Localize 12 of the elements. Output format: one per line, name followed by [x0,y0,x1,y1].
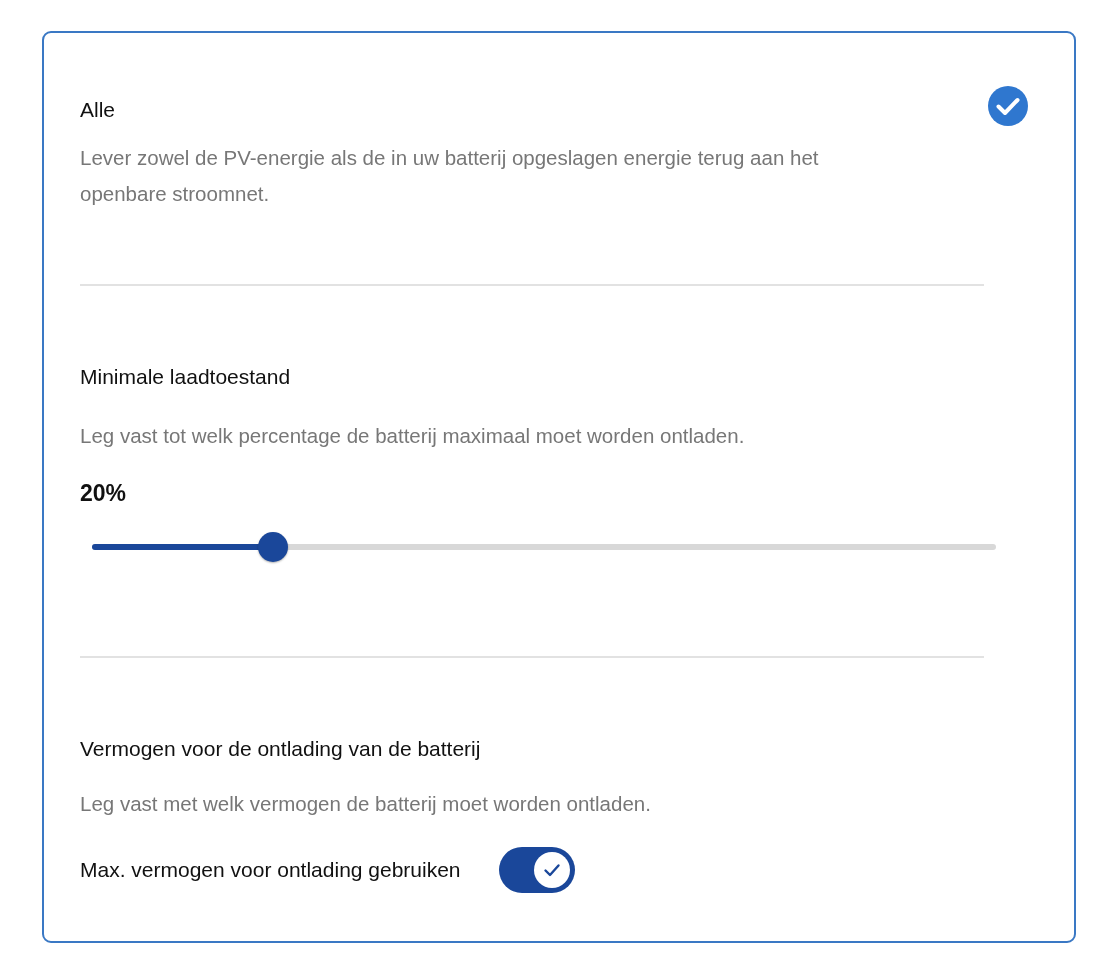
toggle-switch[interactable] [498,847,575,893]
option-description: Lever zowel de PV-energie als de in uw batterij opgeslagen energie terug aan het openbare stroomnet. [80,145,820,207]
switch-knob-check-icon [533,852,570,888]
slider-value: 20% [80,479,127,508]
section-title: Minimale laadtoestand [80,364,291,390]
option-title: Alle [80,97,116,123]
section-title: Vermogen voor de ontlading van de batterij [80,736,481,762]
slider-thumb[interactable] [257,532,288,562]
section-description: Leg vast tot welk percentage de batterij maximaal moet worden ontladen. [80,423,745,449]
section-description: Leg vast met welk vermogen de batterij moet worden ontladen. [80,791,651,817]
toggle-label: Max. vermogen voor ontlading gebruiken [80,857,461,883]
selected-check-icon[interactable] [988,86,1028,126]
